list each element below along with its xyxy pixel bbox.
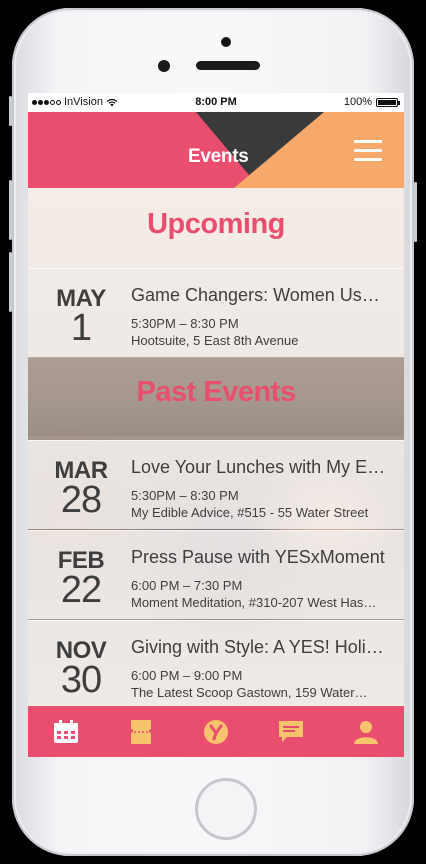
event-day: 1 [70,307,92,349]
upcoming-header: Upcoming [28,188,404,268]
bottom-tab-bar [28,706,404,757]
yes-logo-icon [204,719,228,744]
ticket-icon [130,719,151,744]
past-events-title: Past Events [136,376,296,408]
battery-percent: 100% [343,96,372,108]
upcoming-title: Upcoming [147,208,285,240]
event-venue: Moment Meditation, #310-207 West Has… [131,595,377,610]
tab-yes[interactable] [178,706,253,757]
event-day: 28 [60,479,102,521]
mute-switch [9,96,12,126]
app-screen: InVision 8:00 PM 100% Events Upcoming MA [28,93,404,757]
front-camera [221,37,231,47]
power-button [414,182,417,242]
past-events-header: Past Events [28,358,404,436]
earpiece-speaker [196,61,260,70]
event-day: 30 [60,659,102,701]
chat-bubble-icon [279,720,304,742]
event-card-past[interactable]: MAR 28 Love Your Lunches with My E… 5:30… [28,440,404,529]
event-card-past[interactable]: NOV 30 Giving with Style: A YES! Holi… 6… [28,620,404,706]
event-card-upcoming[interactable]: MAY 1 Game Changers: Women Us… 5:30PM – … [28,268,404,357]
event-time: 6:00 PM – 7:30 PM [131,578,243,593]
proximity-sensor [158,60,170,72]
tab-calendar[interactable] [28,706,103,757]
event-venue: The Latest Scoop Gastown, 159 Water… [131,685,368,700]
tab-tickets[interactable] [103,706,178,757]
tab-profile[interactable] [329,706,404,757]
event-name: Giving with Style: A YES! Holi… [131,637,384,657]
event-name: Love Your Lunches with My E… [131,457,386,477]
event-time: 5:30PM – 8:30 PM [131,488,239,503]
profile-icon [354,720,379,744]
event-day: 22 [60,569,102,611]
tab-messages[interactable] [254,706,329,757]
event-venue: Hootsuite, 5 East 8th Avenue [131,333,299,348]
app-header: Events [28,112,404,188]
event-name: Game Changers: Women Us… [131,285,380,305]
hamburger-menu-icon[interactable] [354,140,382,162]
event-time: 5:30PM – 8:30 PM [131,316,239,331]
status-bar: InVision 8:00 PM 100% [28,93,404,112]
volume-down-button [9,252,12,312]
home-button[interactable] [195,778,257,840]
event-card-past[interactable]: FEB 22 Press Pause with YESxMoment 6:00 … [28,530,404,619]
events-list[interactable]: Upcoming MAY 1 Game Changers: Women Us… … [28,188,404,706]
calendar-icon [53,719,78,743]
battery-icon [376,97,400,107]
event-name: Press Pause with YESxMoment [131,547,385,567]
event-time: 6:00 PM – 9:00 PM [131,668,243,683]
volume-up-button [9,180,12,240]
battery-status: 100% [343,96,400,108]
page-title: Events [188,146,249,167]
event-venue: My Edible Advice, #515 - 55 Water Street [131,505,369,520]
